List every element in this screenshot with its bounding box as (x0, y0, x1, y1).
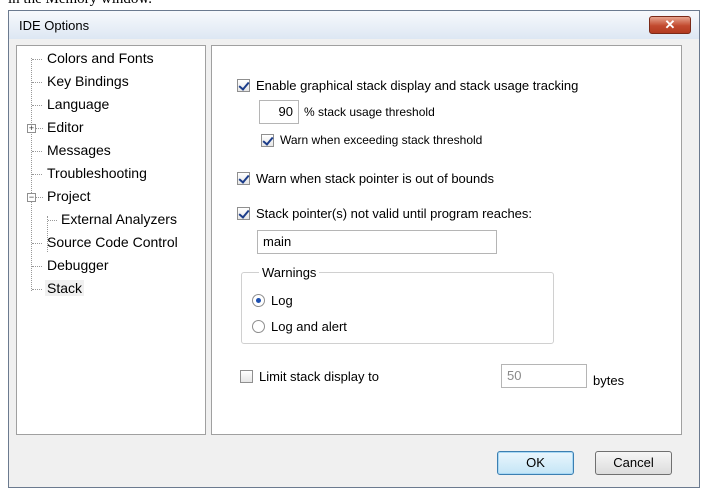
stack-threshold-label: % stack usage threshold (304, 105, 435, 119)
tree-item-label: Source Code Control (47, 234, 178, 250)
close-icon: ✕ (664, 17, 676, 32)
cancel-button[interactable]: Cancel (595, 451, 672, 475)
warn-out-of-bounds-label: Warn when stack pointer is out of bounds (256, 171, 494, 186)
warn-threshold-checkbox[interactable] (261, 134, 274, 147)
tree-item-label: Stack (45, 280, 85, 296)
enable-graphical-stack-label: Enable graphical stack display and stack… (256, 78, 579, 93)
dialog-title: IDE Options (19, 18, 90, 33)
tree-item-label: Key Bindings (47, 73, 129, 89)
log-and-alert-radio[interactable] (252, 320, 265, 333)
limit-stack-display-label: Limit stack display to (259, 369, 379, 384)
bytes-unit-label: bytes (593, 373, 625, 388)
tree-item-source-code-control[interactable]: Source Code Control (17, 233, 203, 253)
tree-item-project[interactable]: − Project (17, 187, 203, 207)
close-button[interactable]: ✕ (649, 16, 691, 34)
tree-item-messages[interactable]: Messages (17, 141, 203, 161)
tree-item-colors-and-fonts[interactable]: Colors and Fonts (17, 49, 203, 69)
tree-item-label: Troubleshooting (47, 165, 147, 181)
program-point-input[interactable]: main (257, 230, 497, 254)
log-and-alert-radio-label: Log and alert (271, 319, 347, 334)
warn-out-of-bounds-checkbox[interactable] (237, 172, 250, 185)
tree-item-label: Editor (47, 119, 84, 135)
tree-item-language[interactable]: Language (17, 95, 203, 115)
sp-not-valid-checkbox[interactable] (237, 207, 250, 220)
log-radio[interactable] (252, 294, 265, 307)
options-category-tree[interactable]: Colors and Fonts Key Bindings Language +… (16, 45, 206, 435)
sp-not-valid-label: Stack pointer(s) not valid until program… (256, 206, 533, 221)
tree-item-external-analyzers[interactable]: External Analyzers (17, 210, 203, 230)
enable-graphical-stack-checkbox[interactable] (237, 79, 250, 92)
ok-button[interactable]: OK (497, 451, 574, 475)
tree-item-label: Language (47, 96, 110, 112)
background-document-text: in the Memory window. (8, 0, 152, 8)
tree-item-editor[interactable]: + Editor (17, 118, 203, 138)
limit-stack-display-checkbox[interactable] (240, 370, 253, 383)
tree-item-stack[interactable]: Stack (17, 279, 203, 299)
expand-icon[interactable]: + (27, 124, 36, 133)
tree-item-label: Messages (47, 142, 111, 158)
title-bar[interactable]: IDE Options ✕ (9, 11, 699, 39)
tree-item-troubleshooting[interactable]: Troubleshooting (17, 164, 203, 184)
warn-threshold-label: Warn when exceeding stack threshold (280, 133, 483, 147)
limit-bytes-input[interactable]: 50 (501, 364, 587, 388)
collapse-icon[interactable]: − (27, 193, 36, 202)
tree-item-label: External Analyzers (61, 211, 177, 227)
tree-item-debugger[interactable]: Debugger (17, 256, 203, 276)
log-radio-label: Log (271, 293, 293, 308)
tree-item-label: Debugger (47, 257, 109, 273)
tree-item-key-bindings[interactable]: Key Bindings (17, 72, 203, 92)
warnings-legend: Warnings (259, 265, 320, 280)
tree-item-label: Project (47, 188, 91, 204)
tree-item-label: Colors and Fonts (47, 50, 154, 66)
stack-threshold-input[interactable]: 90 (259, 100, 299, 124)
